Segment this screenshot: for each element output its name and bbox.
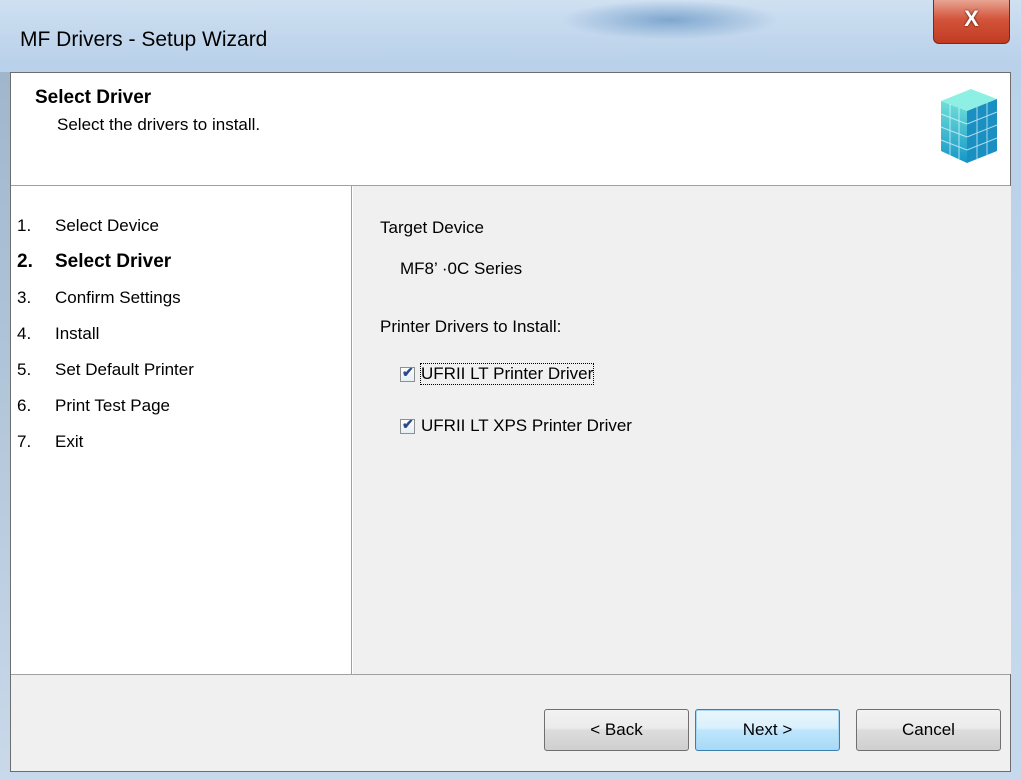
footer-divider [11, 674, 1010, 675]
wizard-header: Select Driver Select the drivers to inst… [11, 73, 1010, 186]
checkbox-checked-icon[interactable] [400, 416, 415, 434]
back-button[interactable]: < Back [544, 709, 689, 751]
cancel-button[interactable]: Cancel [856, 709, 1001, 751]
step-item-current: 2. Select Driver [17, 251, 172, 272]
step-item: 6. Print Test Page [17, 396, 170, 415]
setup-wizard-window: MF Drivers - Setup Wizard X Select Drive… [0, 0, 1021, 780]
step-item: 5. Set Default Printer [17, 360, 194, 379]
step-item: 1. Select Device [17, 216, 159, 235]
close-icon: X [964, 6, 979, 31]
next-button[interactable]: Next > [695, 709, 840, 751]
driver-checkbox-ufrii-xps[interactable]: UFRII LT XPS Printer Driver [400, 414, 632, 438]
target-device-label: Target Device [380, 218, 484, 237]
step-item: 7. Exit [17, 432, 84, 451]
window-frame-left [0, 72, 10, 780]
driver-checkbox-label[interactable]: UFRII LT XPS Printer Driver [421, 416, 632, 436]
driver-checkbox-label[interactable]: UFRII LT Printer Driver [419, 363, 595, 385]
page-subtitle: Select the drivers to install. [57, 115, 261, 134]
page-title: Select Driver [35, 87, 152, 108]
driver-checkbox-ufrii[interactable]: UFRII LT Printer Driver [400, 362, 595, 386]
title-bar[interactable]: MF Drivers - Setup Wizard X [0, 0, 1021, 72]
cube-grid-icon [940, 89, 998, 163]
drivers-label: Printer Drivers to Install: [380, 317, 562, 336]
checkbox-checked-icon[interactable] [400, 364, 415, 382]
close-button[interactable]: X [933, 0, 1010, 44]
title-bar-glow [560, 0, 780, 40]
wizard-client-area: Select Driver Select the drivers to inst… [10, 72, 1011, 772]
target-device-value: MF8’ ·0C Series [400, 259, 523, 278]
step-item: 3. Confirm Settings [17, 288, 181, 307]
steps-panel: 1. Select Device 2. Select Driver 3. Confir… [11, 186, 352, 674]
window-title: MF Drivers - Setup Wizard [20, 28, 268, 51]
driver-selection-panel: Target Device MF8’ ·0C Series Printer Dr… [352, 186, 1011, 674]
step-item: 4. Install [17, 324, 100, 343]
